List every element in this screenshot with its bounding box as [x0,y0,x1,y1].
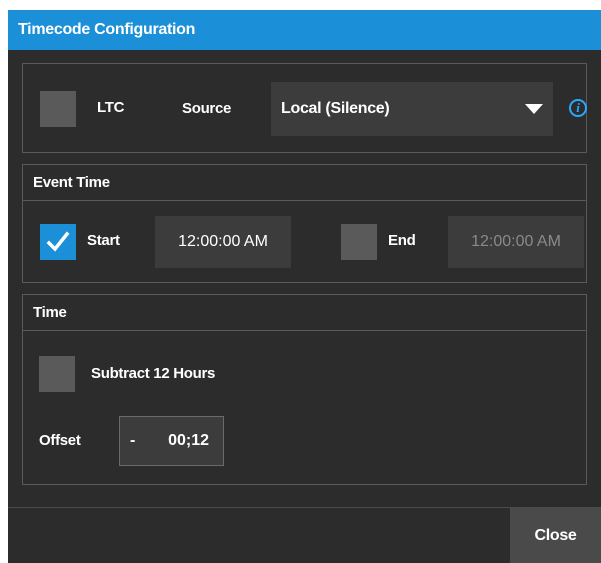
close-button-label: Close [534,527,577,544]
start-time-value: 12:00:00 AM [178,233,268,250]
subtract-12-hours-checkbox[interactable] [39,356,75,392]
source-dropdown[interactable]: Local (Silence) [271,82,553,136]
event-time-header: Event Time [23,165,586,201]
event-time-title: Event Time [33,174,110,191]
source-label: Source [182,100,232,117]
end-time-value: 12:00:00 AM [471,233,561,250]
offset-label: Offset [39,432,81,449]
time-title: Time [33,304,67,321]
time-header: Time [23,295,586,331]
offset-field[interactable]: - 00;12 [119,416,224,466]
timecode-configuration-dialog: Timecode Configuration LTC Source Local … [8,10,601,563]
chevron-down-icon [525,104,543,114]
start-checkbox[interactable] [40,224,76,260]
start-label: Start [87,232,120,249]
checkmark-icon [46,231,70,252]
time-panel: Time [22,294,587,485]
close-button[interactable]: Close [510,508,601,563]
source-dropdown-value: Local (Silence) [281,100,390,117]
offset-value: 00;12 [168,432,209,449]
offset-sign[interactable]: - [130,417,135,465]
start-time-field[interactable]: 12:00:00 AM [155,216,291,268]
end-label: End [388,232,416,249]
end-time-field[interactable]: 12:00:00 AM [448,216,584,268]
end-checkbox[interactable] [341,224,377,260]
dialog-title: Timecode Configuration [18,21,196,38]
dialog-titlebar: Timecode Configuration [8,10,601,50]
ltc-label: LTC [97,99,125,116]
ltc-panel: LTC Source Local (Silence) i [22,63,587,153]
ltc-checkbox[interactable] [40,91,76,127]
subtract-12-hours-label: Subtract 12 Hours [91,365,216,382]
event-time-panel: Event Time Start 12:00:00 AM End 12:00:0… [22,164,587,283]
info-icon[interactable]: i [569,99,587,117]
